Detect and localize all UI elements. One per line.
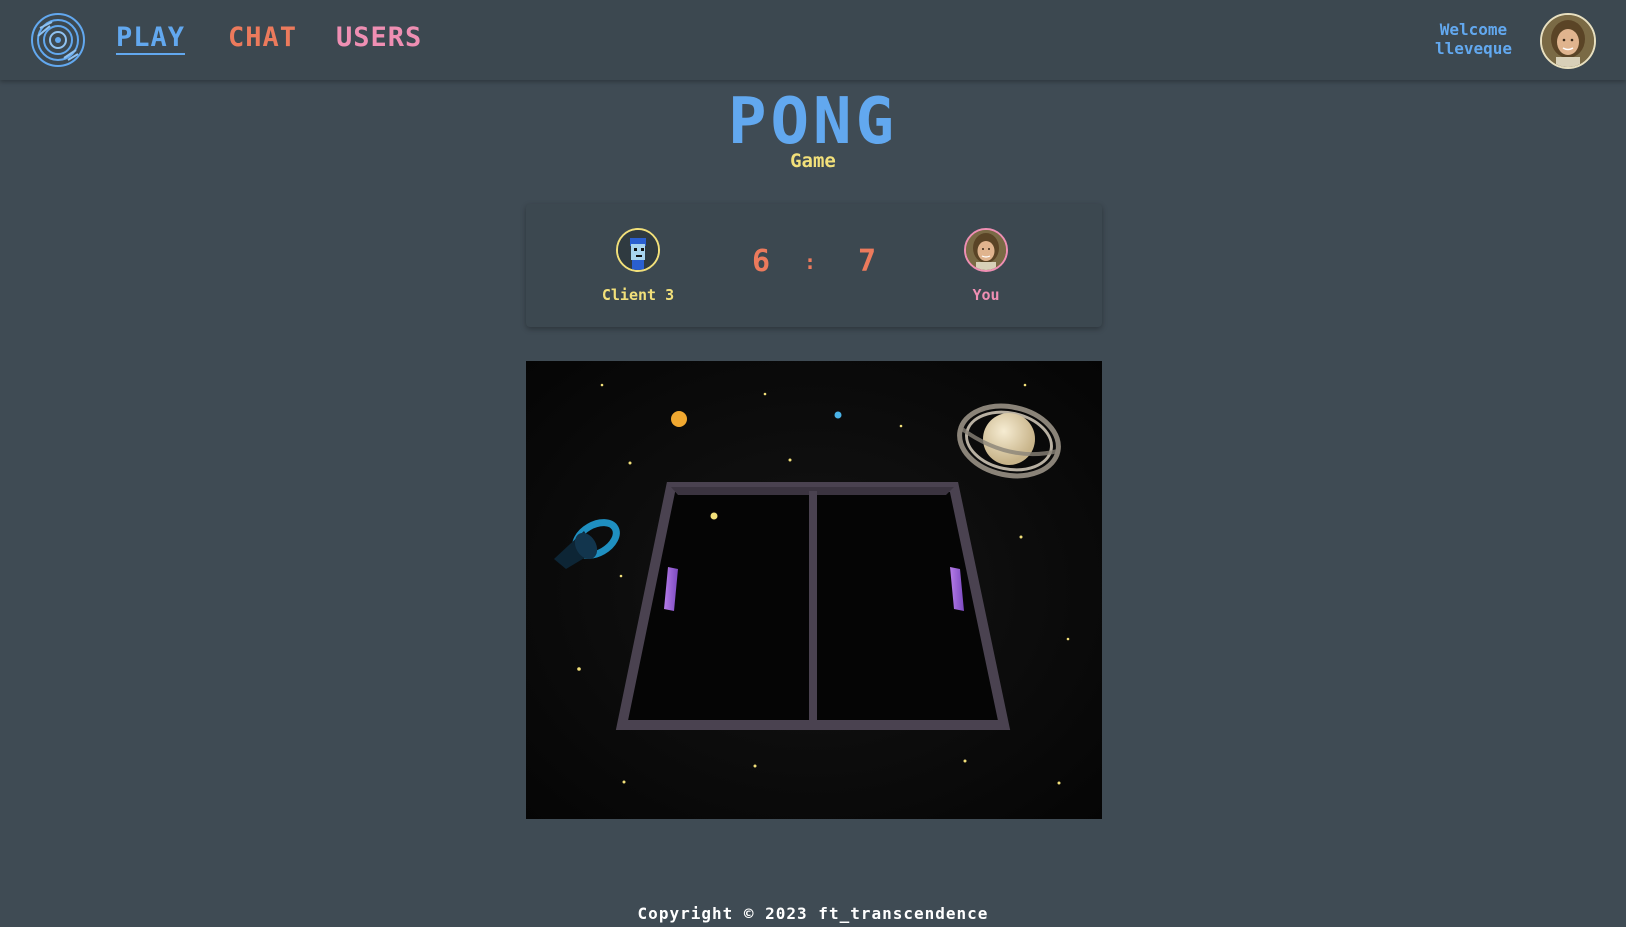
orange-planet — [671, 411, 687, 427]
pong-game-canvas[interactable] — [526, 361, 1102, 819]
user-avatar[interactable] — [1540, 13, 1596, 69]
player-name: You — [972, 286, 1000, 304]
nav-chat-link[interactable]: CHAT — [228, 22, 297, 53]
saturn-planet — [957, 403, 1061, 479]
player-avatar — [964, 228, 1008, 272]
vinyl-disc-logo-icon[interactable] — [30, 12, 86, 68]
username-label: lleveque — [1434, 39, 1512, 58]
score-separator: : — [804, 250, 817, 274]
scoreboard: Client 3 6 : 7 You — [526, 204, 1102, 327]
page-subtitle: Game — [790, 150, 836, 172]
blue-planet — [834, 411, 842, 419]
footer-copyright: Copyright © 2023 ft_transcendence — [637, 904, 989, 923]
score-right: 7 — [858, 244, 877, 279]
score-left: 6 — [752, 244, 771, 279]
welcome-label: Welcome — [1439, 20, 1508, 39]
welcome-text: Welcome lleveque — [1435, 20, 1512, 58]
opponent-avatar — [616, 228, 660, 272]
nav-users-link[interactable]: USERS — [336, 22, 422, 53]
pong-table — [615, 482, 1011, 730]
pong-ball — [710, 512, 718, 520]
nav-play-link[interactable]: PLAY — [116, 22, 186, 55]
spaceship-object — [554, 519, 620, 569]
top-navbar: PLAY CHAT USERS Welcome lleveque — [0, 0, 1626, 80]
opponent-name: Client 3 — [601, 286, 675, 304]
